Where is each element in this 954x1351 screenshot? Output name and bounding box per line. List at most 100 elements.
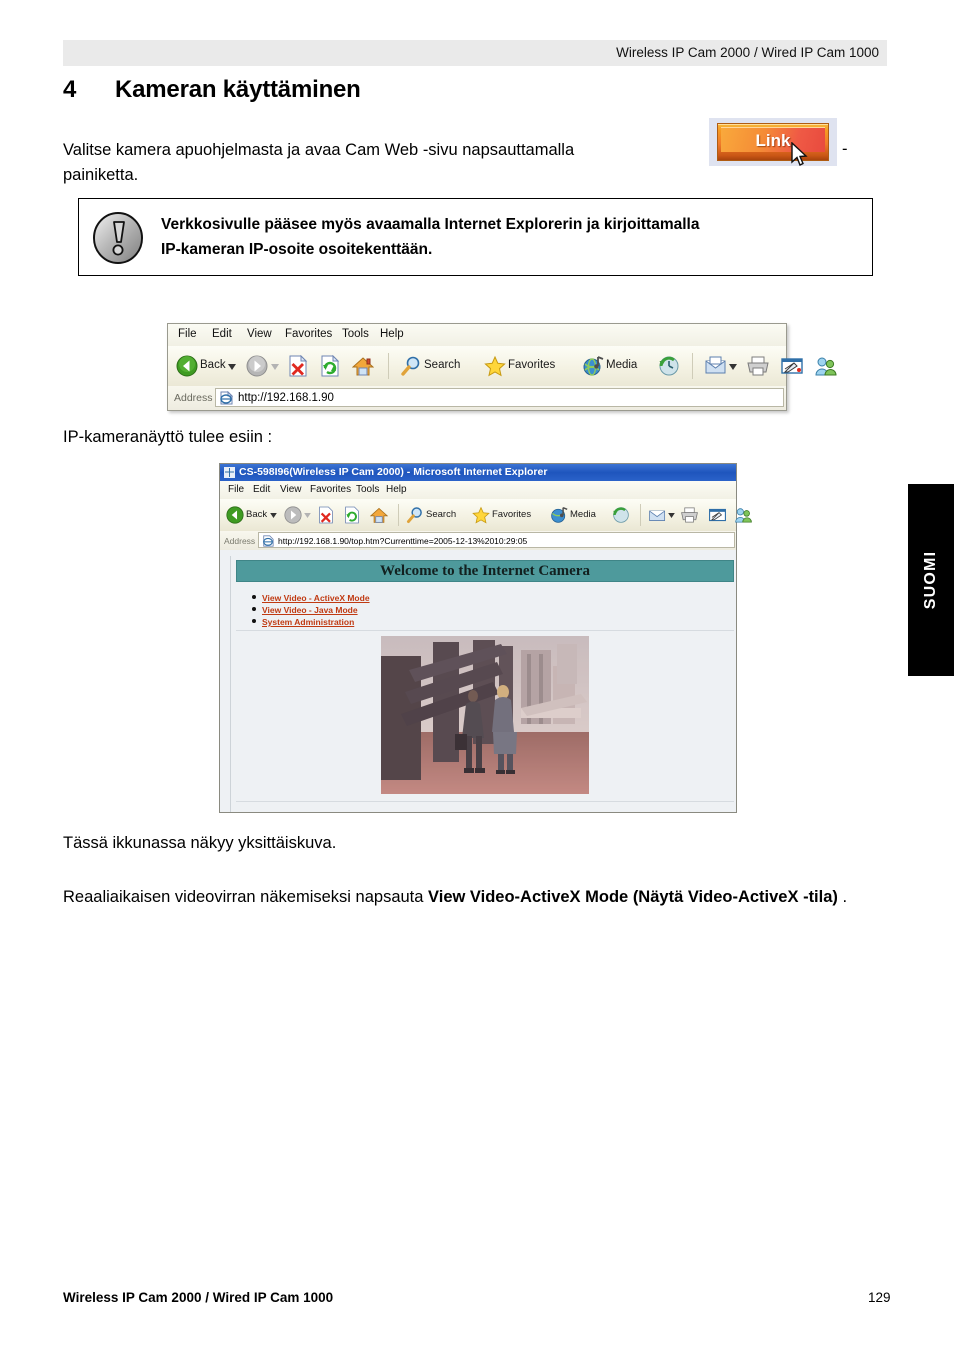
- chevron-down-icon[interactable]: [228, 364, 236, 370]
- ie-toolbar: Back Search Favorites Media: [168, 346, 837, 387]
- link-view-video-java[interactable]: View Video - Java Mode: [262, 605, 358, 615]
- list-item[interactable]: View Video - Java Mode: [252, 603, 734, 615]
- favorites-button[interactable]: Favorites: [472, 501, 546, 529]
- menu-item-tools[interactable]: Tools: [356, 484, 379, 495]
- edit-icon: [781, 358, 803, 374]
- menu-item-file[interactable]: File: [178, 328, 197, 340]
- menu-item-view[interactable]: View: [247, 328, 272, 340]
- link-system-administration[interactable]: System Administration: [262, 617, 354, 627]
- instruction-bold-text: View Video-ActiveX Mode (Näytä Video-Act…: [428, 888, 838, 906]
- menu-item-favorites[interactable]: Favorites: [310, 484, 351, 495]
- favorites-star-icon: [484, 355, 506, 377]
- camera-still-image-graphic: [381, 636, 589, 794]
- mail-button[interactable]: [704, 350, 738, 382]
- camera-video-area: [236, 632, 734, 798]
- back-button[interactable]: Back: [176, 350, 238, 382]
- ie-menu-bar: File Edit View Favorites Tools Help: [168, 324, 786, 347]
- ie-address-bar: Address http://192.168.1.90: [168, 386, 786, 410]
- camera-ie-toolbar: Back Search Favorites Media: [220, 499, 752, 532]
- list-item[interactable]: System Administration: [252, 615, 734, 627]
- browser-title-bar: CS-598I96(Wireless IP Cam 2000) - Micros…: [220, 464, 736, 481]
- address-url-text: http://192.168.1.90/top.htm?Currenttime=…: [278, 536, 528, 546]
- chevron-down-icon[interactable]: [304, 513, 311, 518]
- forward-button[interactable]: [246, 350, 280, 382]
- messenger-icon: [735, 508, 752, 523]
- ie-page-icon: [220, 391, 233, 405]
- camera-web-page-screenshot: CS-598I96(Wireless IP Cam 2000) - Micros…: [219, 463, 752, 813]
- messenger-icon: [815, 357, 837, 376]
- mail-icon: [649, 510, 666, 521]
- chevron-down-icon[interactable]: [270, 513, 277, 518]
- menu-item-file[interactable]: File: [228, 484, 244, 495]
- address-input[interactable]: http://192.168.1.90: [215, 388, 784, 407]
- list-item[interactable]: View Video - ActiveX Mode: [252, 591, 734, 603]
- favorites-button[interactable]: Favorites: [484, 350, 576, 382]
- media-globe-icon: [583, 356, 604, 376]
- home-button[interactable]: [352, 350, 378, 382]
- media-button[interactable]: Media: [582, 350, 654, 382]
- favorites-star-icon: [472, 506, 490, 524]
- edit-button[interactable]: [780, 350, 808, 382]
- refresh-button[interactable]: [320, 350, 344, 382]
- camera-page-banner: Welcome to the Internet Camera: [236, 560, 734, 582]
- menu-item-edit[interactable]: Edit: [253, 484, 270, 495]
- back-button-label: Back: [200, 359, 226, 371]
- back-button[interactable]: Back: [226, 501, 278, 529]
- caption-above-window: IP-kameranäyttö tulee esiin :: [63, 428, 273, 446]
- print-button[interactable]: [680, 501, 704, 529]
- link-view-video-activex[interactable]: View Video - ActiveX Mode: [262, 593, 370, 603]
- camera-page-banner-text: Welcome to the Internet Camera: [380, 563, 590, 579]
- refresh-icon: [321, 355, 340, 377]
- menu-item-help[interactable]: Help: [386, 484, 407, 495]
- stop-button[interactable]: [288, 350, 312, 382]
- link-button-figure: Link: [709, 118, 837, 166]
- chevron-down-icon[interactable]: [729, 364, 737, 370]
- menu-item-view[interactable]: View: [280, 484, 302, 495]
- menu-item-help[interactable]: Help: [380, 328, 404, 340]
- menu-item-tools[interactable]: Tools: [342, 328, 369, 340]
- menu-item-edit[interactable]: Edit: [212, 328, 232, 340]
- mail-button[interactable]: [648, 501, 676, 529]
- back-button-label: Back: [246, 509, 268, 520]
- edit-button[interactable]: [708, 501, 732, 529]
- refresh-icon: [345, 506, 359, 524]
- history-button[interactable]: [658, 350, 684, 382]
- media-button[interactable]: Media: [550, 501, 608, 529]
- search-button[interactable]: Search: [400, 350, 478, 382]
- history-button[interactable]: [612, 501, 634, 529]
- chevron-down-icon[interactable]: [271, 364, 279, 370]
- stop-button[interactable]: [318, 501, 338, 529]
- instruction-paragraph: Reaaliaikaisen videovirran näkemiseksi n…: [63, 884, 893, 910]
- search-button[interactable]: Search: [406, 501, 468, 529]
- media-button-label: Media: [570, 509, 596, 520]
- messenger-button[interactable]: [814, 350, 842, 382]
- home-button[interactable]: [370, 501, 392, 529]
- refresh-button[interactable]: [344, 501, 364, 529]
- caption-below-window: Tässä ikkunassa näkyy yksittäiskuva.: [63, 834, 337, 852]
- address-url-text: http://192.168.1.90: [238, 392, 334, 404]
- address-input[interactable]: http://192.168.1.90/top.htm?Currenttime=…: [258, 532, 735, 548]
- note-line-1: Verkkosivulle pääsee myös avaamalla Inte…: [161, 216, 700, 233]
- chevron-down-icon[interactable]: [668, 513, 675, 518]
- running-header-band: Wireless IP Cam 2000 / Wired IP Cam 1000: [63, 40, 887, 66]
- chapter-title: Kameran käyttäminen: [115, 76, 361, 103]
- link-button[interactable]: Link: [717, 123, 829, 166]
- camera-page-link-list: View Video - ActiveX Mode View Video - J…: [236, 588, 734, 631]
- ie-toolbar-screenshot: File Edit View Favorites Tools Help Back: [167, 323, 837, 411]
- footer-page-number: 129: [868, 1290, 891, 1305]
- language-side-tab: SUOMI: [908, 484, 954, 676]
- camera-still-image: [381, 636, 589, 794]
- menu-item-favorites[interactable]: Favorites: [285, 328, 332, 340]
- messenger-button[interactable]: [734, 501, 758, 529]
- chapter-heading: 4 Kameran käyttäminen: [63, 76, 883, 108]
- ie-window-icon: [224, 467, 235, 478]
- note-text: Verkkosivulle pääsee myös avaamalla Inte…: [161, 212, 862, 262]
- footer-product-name: Wireless IP Cam 2000 / Wired IP Cam 1000: [63, 1290, 334, 1305]
- forward-button[interactable]: [284, 501, 312, 529]
- camera-ie-menu-bar: File Edit View Favorites Tools Help: [220, 481, 736, 499]
- home-icon: [352, 357, 374, 376]
- history-clock-icon: [613, 507, 629, 523]
- print-button[interactable]: [746, 350, 774, 382]
- intro-line-2: painiketta.: [63, 166, 139, 184]
- instruction-plain-text: Reaaliaikaisen videovirran näkemiseksi n…: [63, 888, 429, 906]
